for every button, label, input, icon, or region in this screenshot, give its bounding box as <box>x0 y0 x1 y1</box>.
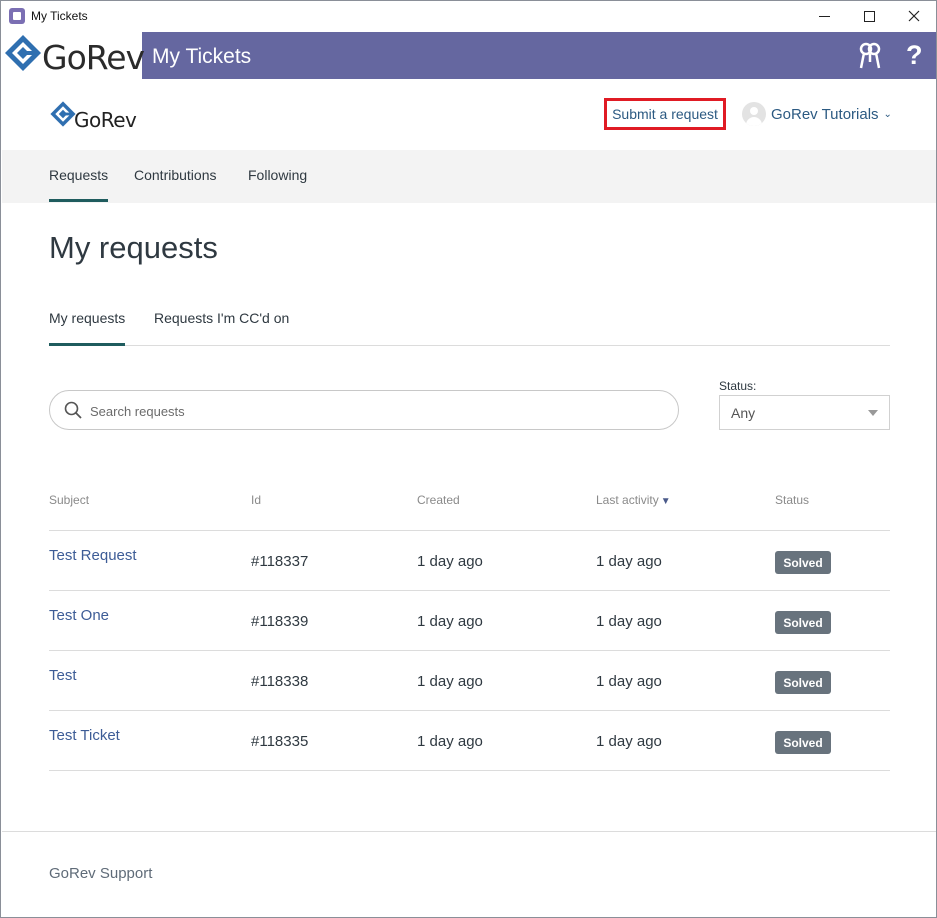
request-id: #118335 <box>251 733 309 750</box>
gorev-logo-icon <box>5 35 41 71</box>
request-id: #118338 <box>251 673 309 690</box>
request-last-activity: 1 day ago <box>596 553 662 570</box>
table-row: Test #118338 1 day ago 1 day ago Solved <box>49 651 890 711</box>
column-header-last-activity[interactable]: Last activity ▼ <box>596 493 671 507</box>
app-icon <box>9 8 25 24</box>
column-header-last-activity-label: Last activity <box>596 493 659 507</box>
chevron-down-icon: ⌄ <box>883 108 892 120</box>
status-badge: Solved <box>775 551 831 574</box>
nav-contributions[interactable]: Contributions <box>134 167 217 183</box>
table-row: Test Ticket #118335 1 day ago 1 day ago … <box>49 711 890 771</box>
minimize-button[interactable] <box>801 1 847 31</box>
request-last-activity: 1 day ago <box>596 613 662 630</box>
request-subject-link[interactable]: Test One <box>49 607 109 624</box>
close-icon <box>908 10 920 22</box>
keys-icon[interactable] <box>858 42 882 70</box>
column-header-subject[interactable]: Subject <box>49 493 89 507</box>
status-filter-value: Any <box>731 405 756 421</box>
requests-table: Subject Id Created Last activity ▼ Status… <box>49 481 890 771</box>
request-created: 1 day ago <box>417 733 483 750</box>
request-id: #118337 <box>251 553 309 570</box>
tab-my-requests[interactable]: My requests <box>49 310 126 346</box>
search-box <box>49 390 679 430</box>
column-header-id[interactable]: Id <box>251 493 261 507</box>
app-logo-text: GoRev <box>42 38 145 77</box>
sort-descending-icon: ▼ <box>660 496 671 507</box>
window-title: My Tickets <box>31 9 88 23</box>
request-subject-link[interactable]: Test Request <box>49 547 137 564</box>
app-window: My Tickets GoRev My Tickets ? GoRev Subm… <box>0 0 937 918</box>
footer-support-link[interactable]: GoRev Support <box>49 865 152 882</box>
nav-following[interactable]: Following <box>248 167 307 183</box>
request-created: 1 day ago <box>417 673 483 690</box>
request-subject-link[interactable]: Test Ticket <box>49 727 120 744</box>
submit-request-link[interactable]: Submit a request <box>604 98 726 130</box>
maximize-icon <box>863 10 875 22</box>
request-last-activity: 1 day ago <box>596 673 662 690</box>
status-filter-select[interactable]: Any <box>719 395 890 430</box>
avatar <box>742 102 766 126</box>
footer-divider <box>2 831 936 832</box>
status-filter-label: Status: <box>719 379 757 393</box>
app-header: GoRev My Tickets ? <box>2 32 936 79</box>
table-row: Test One #118339 1 day ago 1 day ago Sol… <box>49 591 890 651</box>
page-title: My requests <box>49 230 218 265</box>
status-badge: Solved <box>775 611 831 634</box>
maximize-button[interactable] <box>846 1 892 31</box>
request-last-activity: 1 day ago <box>596 733 662 750</box>
site-logo[interactable]: GoRev <box>49 100 149 132</box>
request-subject-link[interactable]: Test <box>49 667 77 684</box>
site-logo-text: GoRev <box>74 108 137 132</box>
request-id: #118339 <box>251 613 309 630</box>
table-row: Test Request #118337 1 day ago 1 day ago… <box>49 531 890 591</box>
close-button[interactable] <box>891 1 937 31</box>
column-header-status[interactable]: Status <box>775 493 809 507</box>
request-tabs: My requests Requests I'm CC'd on <box>49 301 890 346</box>
nav-requests[interactable]: Requests <box>49 167 109 202</box>
search-input[interactable] <box>90 400 650 422</box>
status-badge: Solved <box>775 731 831 754</box>
request-created: 1 day ago <box>417 553 483 570</box>
column-header-created[interactable]: Created <box>417 493 460 507</box>
sub-navigation: Requests Contributions Following <box>2 150 936 203</box>
status-badge: Solved <box>775 671 831 694</box>
search-icon <box>64 401 82 419</box>
title-bar: My Tickets <box>1 1 936 31</box>
table-header: Subject Id Created Last activity ▼ Status <box>49 481 890 531</box>
app-logo[interactable]: GoRev <box>2 32 145 79</box>
minimize-icon <box>818 15 830 17</box>
user-menu[interactable]: GoRev Tutorials ⌄ <box>742 101 892 127</box>
gorev-logo-icon <box>50 101 76 127</box>
tab-cc-requests[interactable]: Requests I'm CC'd on <box>154 310 289 326</box>
request-created: 1 day ago <box>417 613 483 630</box>
user-name: GoRev Tutorials <box>771 105 879 123</box>
dropdown-caret-icon <box>868 410 878 416</box>
help-icon[interactable]: ? <box>906 40 923 71</box>
app-title: My Tickets <box>152 45 252 68</box>
